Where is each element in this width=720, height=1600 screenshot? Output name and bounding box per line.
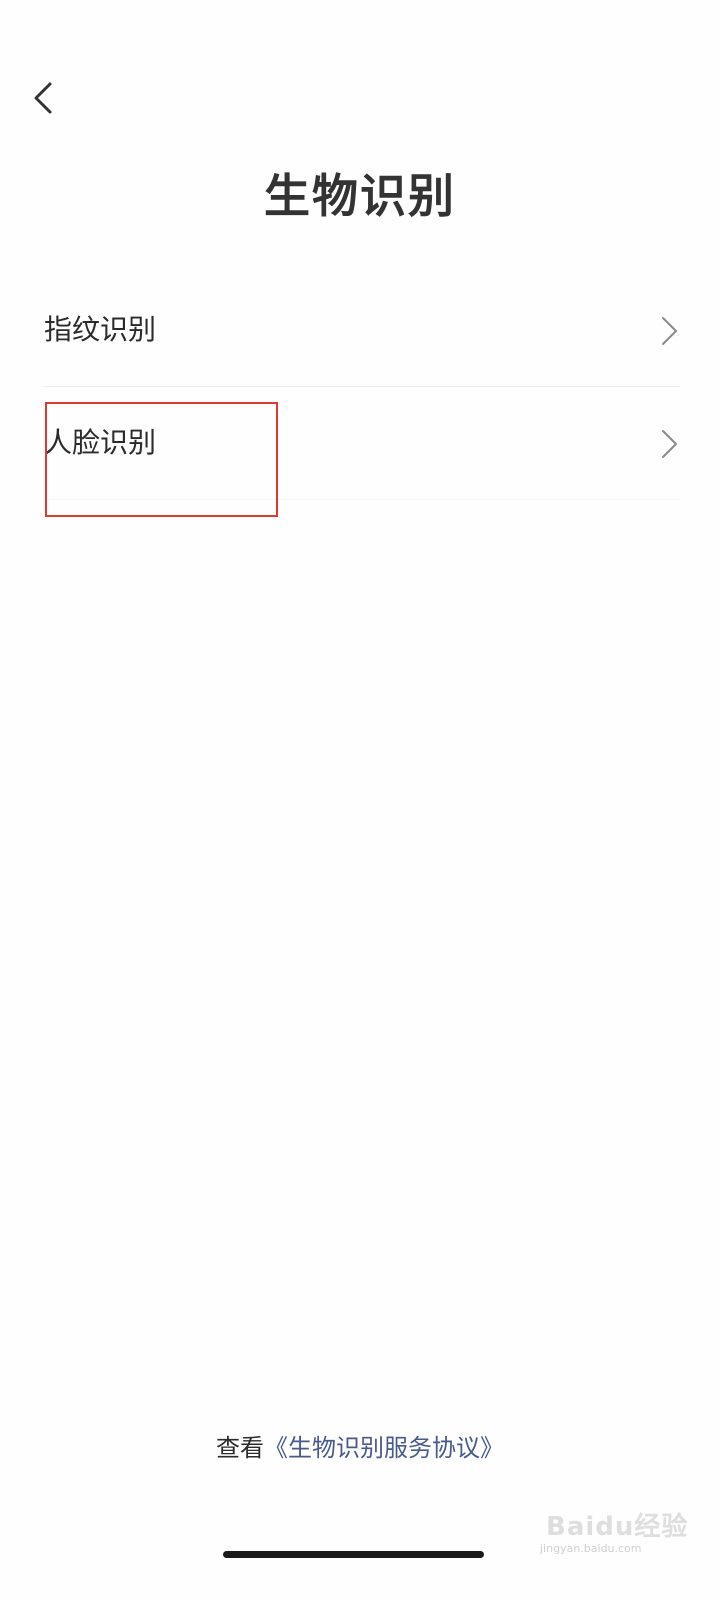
page-title: 生物识别: [264, 169, 456, 223]
footer-agreement-line: 查看《生物识别服务协议》: [0, 1430, 720, 1466]
footer-prefix-text: 查看: [216, 1434, 264, 1462]
menu-item-fingerprint[interactable]: 指纹识别: [44, 274, 680, 387]
biometric-menu-list: 指纹识别 人脸识别: [44, 274, 680, 500]
baidu-jingyan-watermark: Baidu经验 jingyan.baidu.com: [540, 1492, 700, 1555]
menu-item-label: 人脸识别: [44, 426, 157, 459]
chevron-right-icon: [662, 430, 677, 458]
watermark-sub-text: jingyan.baidu.com: [540, 1542, 642, 1555]
back-button[interactable]: [24, 78, 60, 118]
service-agreement-link[interactable]: 《生物识别服务协议》: [264, 1434, 504, 1462]
menu-item-face-recognition[interactable]: 人脸识别: [44, 387, 680, 500]
menu-item-label: 指纹识别: [44, 313, 157, 346]
watermark-main-text: Baidu经验: [546, 1512, 689, 1542]
home-indicator[interactable]: [223, 1551, 484, 1558]
chevron-right-icon: [662, 317, 677, 345]
chevron-left-icon: [34, 82, 52, 114]
